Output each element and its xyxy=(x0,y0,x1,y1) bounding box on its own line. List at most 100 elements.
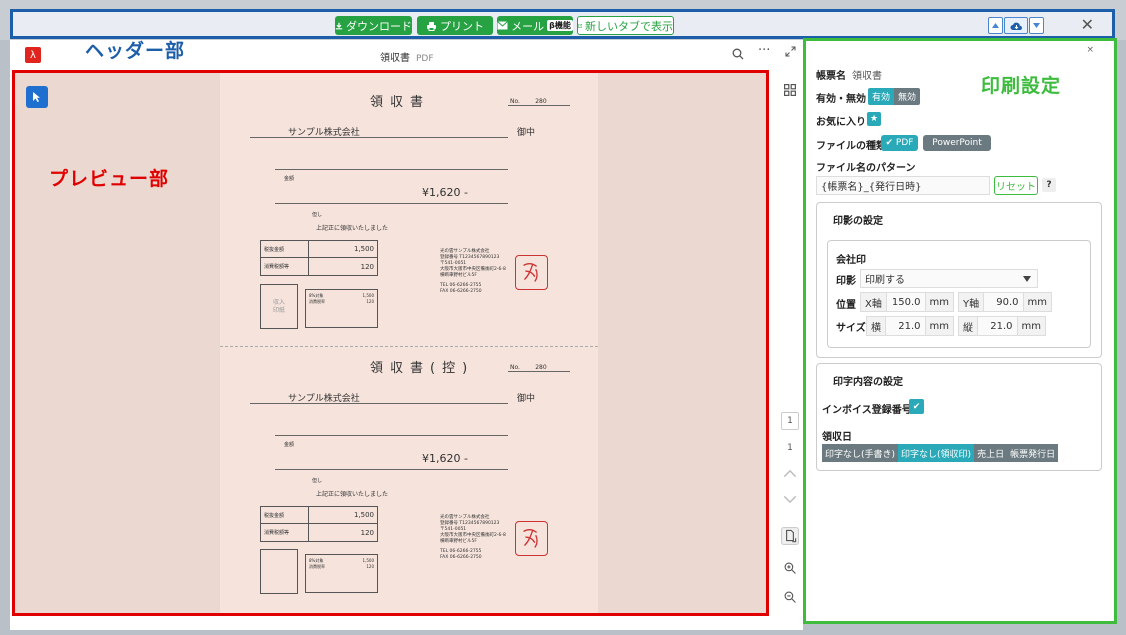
mail-button[interactable]: メール β機能 xyxy=(497,16,573,35)
height-label: 縦 xyxy=(959,317,978,335)
beta-badge: β機能 xyxy=(547,20,573,31)
zoom-in-icon[interactable] xyxy=(781,562,799,574)
preview-section-label: プレビュー部 xyxy=(49,168,170,190)
divider xyxy=(275,435,508,436)
page-total: 1 xyxy=(787,443,793,453)
unit-label: mm xyxy=(924,293,953,311)
pdf-logo-icon: λ xyxy=(25,47,41,63)
tax-value: 120 xyxy=(366,563,374,569)
reset-button[interactable]: リセット xyxy=(994,176,1038,195)
company-seal-image xyxy=(515,521,548,556)
divider xyxy=(275,203,508,204)
favorite-star-icon[interactable]: ★ xyxy=(867,112,881,126)
tax-label: 消費税率 xyxy=(309,563,325,569)
file-type-label: ファイルの種類 xyxy=(816,141,886,152)
download-icon xyxy=(335,22,343,29)
receipt-date-option[interactable]: 印字なし(領収印) xyxy=(898,444,975,462)
print-button[interactable]: プリント xyxy=(417,16,493,35)
select-tool-button[interactable] xyxy=(26,86,48,108)
file-type-pdf-label: PDF xyxy=(895,138,914,148)
expand-icon[interactable] xyxy=(785,46,796,57)
collapse-down-button[interactable] xyxy=(1029,17,1044,34)
width-field[interactable]: 横 21.0 mm xyxy=(866,316,954,336)
form-name-label: 帳票名 xyxy=(816,71,846,82)
receipt-title: 領収書(控) xyxy=(370,361,475,376)
new-tab-button[interactable]: 新しいタブで表示 xyxy=(577,16,674,35)
receipt-date-option[interactable]: 売上日 xyxy=(974,444,1008,462)
file-type-ppt-button[interactable]: PowerPoint xyxy=(923,135,991,151)
close-settings-icon[interactable]: × xyxy=(1086,45,1094,55)
new-tab-label: 新しいタブで表示 xyxy=(585,19,673,33)
print-content-title: 印字内容の設定 xyxy=(833,377,903,388)
receipt-date-option[interactable]: 印字なし(手書き) xyxy=(822,444,899,462)
zoom-out-icon[interactable] xyxy=(781,591,799,603)
width-value: 21.0 xyxy=(898,320,921,332)
table-cell-value: 1,500 xyxy=(353,511,374,519)
amount-label: 金額 xyxy=(284,176,295,182)
caret-up-icon xyxy=(992,23,999,28)
receipt-no-value: 280 xyxy=(535,364,547,371)
tax-label: 消費税率 xyxy=(309,298,325,304)
receipt-no-label: No. xyxy=(510,364,520,371)
collapse-up-button[interactable] xyxy=(988,17,1003,34)
issuer-line: FAX 06-6266-2750 xyxy=(440,289,482,295)
recipient-honorific: 御中 xyxy=(517,128,536,138)
width-label: 横 xyxy=(867,317,886,335)
revenue-stamp-box: 収入 印紙 xyxy=(260,284,298,329)
amount-value: ¥1,620 - xyxy=(422,452,468,465)
tax-breakdown-box: 8%対象 1,500 消費税率 120 xyxy=(305,554,378,593)
header-toolbar: ダウンロード プリント メール β機能 新しいタブで表示 ✕ xyxy=(10,9,1115,39)
table-row: 消費税額等 120 xyxy=(261,524,377,541)
dropdown-arrow-icon xyxy=(1023,276,1031,282)
preview-area: プレビュー部 領収書 No. 280 サンプル株式会社 御中 金額 ¥1,620… xyxy=(12,70,769,616)
receipt-date-options[interactable]: 印字なし(手書き) 印字なし(領収印) 売上日 帳票発行日 xyxy=(822,444,1059,462)
more-options-icon[interactable]: ··· xyxy=(758,43,770,58)
tax-row: 消費税率 120 xyxy=(309,564,374,570)
divider xyxy=(250,403,508,404)
y-axis-value: 90.0 xyxy=(996,296,1019,308)
cloud-download-button[interactable] xyxy=(1004,17,1028,34)
viewer-topbar: λ ヘッダー部 領収書 PDF ··· xyxy=(10,40,803,70)
company-seal-label: 会社印 xyxy=(836,255,866,266)
download-button[interactable]: ダウンロード xyxy=(335,16,412,35)
y-axis-field[interactable]: Y軸 90.0 mm xyxy=(958,292,1052,312)
revenue-stamp-box xyxy=(260,549,298,594)
x-axis-field[interactable]: X軸 150.0 mm xyxy=(860,292,954,312)
receipt-no-label: No. xyxy=(510,98,520,105)
printer-icon xyxy=(427,21,436,31)
filename-pattern-input[interactable]: {帳票名}_{発行日時} xyxy=(816,176,990,195)
viewer-side-toolbar: 1 1 xyxy=(775,70,803,630)
seal-settings-box: 印影の設定 会社印 印影 印刷する 位置 X軸 150.0 mm Y軸 90.0… xyxy=(816,202,1102,358)
enabled-off-option[interactable]: 無効 xyxy=(894,88,921,105)
next-page-icon[interactable] xyxy=(781,495,799,505)
table-cell-label: 税抜金額 xyxy=(261,241,309,257)
seal-label: 印影 xyxy=(836,276,856,287)
x-axis-label: X軸 xyxy=(861,293,887,311)
receipt-number: No. 280 xyxy=(510,364,547,371)
help-icon[interactable]: ? xyxy=(1042,178,1056,192)
settings-section-label: 印刷設定 xyxy=(981,75,1062,97)
company-seal-image xyxy=(515,255,548,290)
divider xyxy=(508,105,570,106)
file-type-pdf-button[interactable]: ✔ PDF xyxy=(881,135,918,151)
seal-settings-title: 印影の設定 xyxy=(833,216,883,227)
search-icon[interactable] xyxy=(732,48,744,60)
receipt-original: 領収書 No. 280 サンプル株式会社 御中 金額 ¥1,620 - 但し 上… xyxy=(220,73,598,341)
invoice-number-checkbox[interactable]: ✔ xyxy=(909,399,924,414)
enabled-on-option[interactable]: 有効 xyxy=(868,88,895,105)
page-fit-icon[interactable] xyxy=(781,527,799,545)
height-field[interactable]: 縦 21.0 mm xyxy=(958,316,1046,336)
pdf-viewer: λ ヘッダー部 領収書 PDF ··· プレビュー部 領収書 No. 280 サン… xyxy=(10,40,803,630)
enabled-toggle[interactable]: 有効 無効 xyxy=(868,88,921,105)
previous-page-icon[interactable] xyxy=(781,468,799,478)
recipient-honorific: 御中 xyxy=(517,394,536,404)
page-number-input[interactable]: 1 xyxy=(781,412,799,430)
seal-select[interactable]: 印刷する xyxy=(860,269,1038,288)
position-label: 位置 xyxy=(836,300,856,311)
invoice-number-label: インボイス登録番号 xyxy=(822,405,912,416)
pointer-icon xyxy=(33,92,40,102)
thumbnails-grid-icon[interactable] xyxy=(781,84,799,96)
receipt-date-option[interactable]: 帳票発行日 xyxy=(1007,444,1059,462)
close-icon[interactable]: ✕ xyxy=(1081,15,1094,34)
divider xyxy=(275,469,508,470)
